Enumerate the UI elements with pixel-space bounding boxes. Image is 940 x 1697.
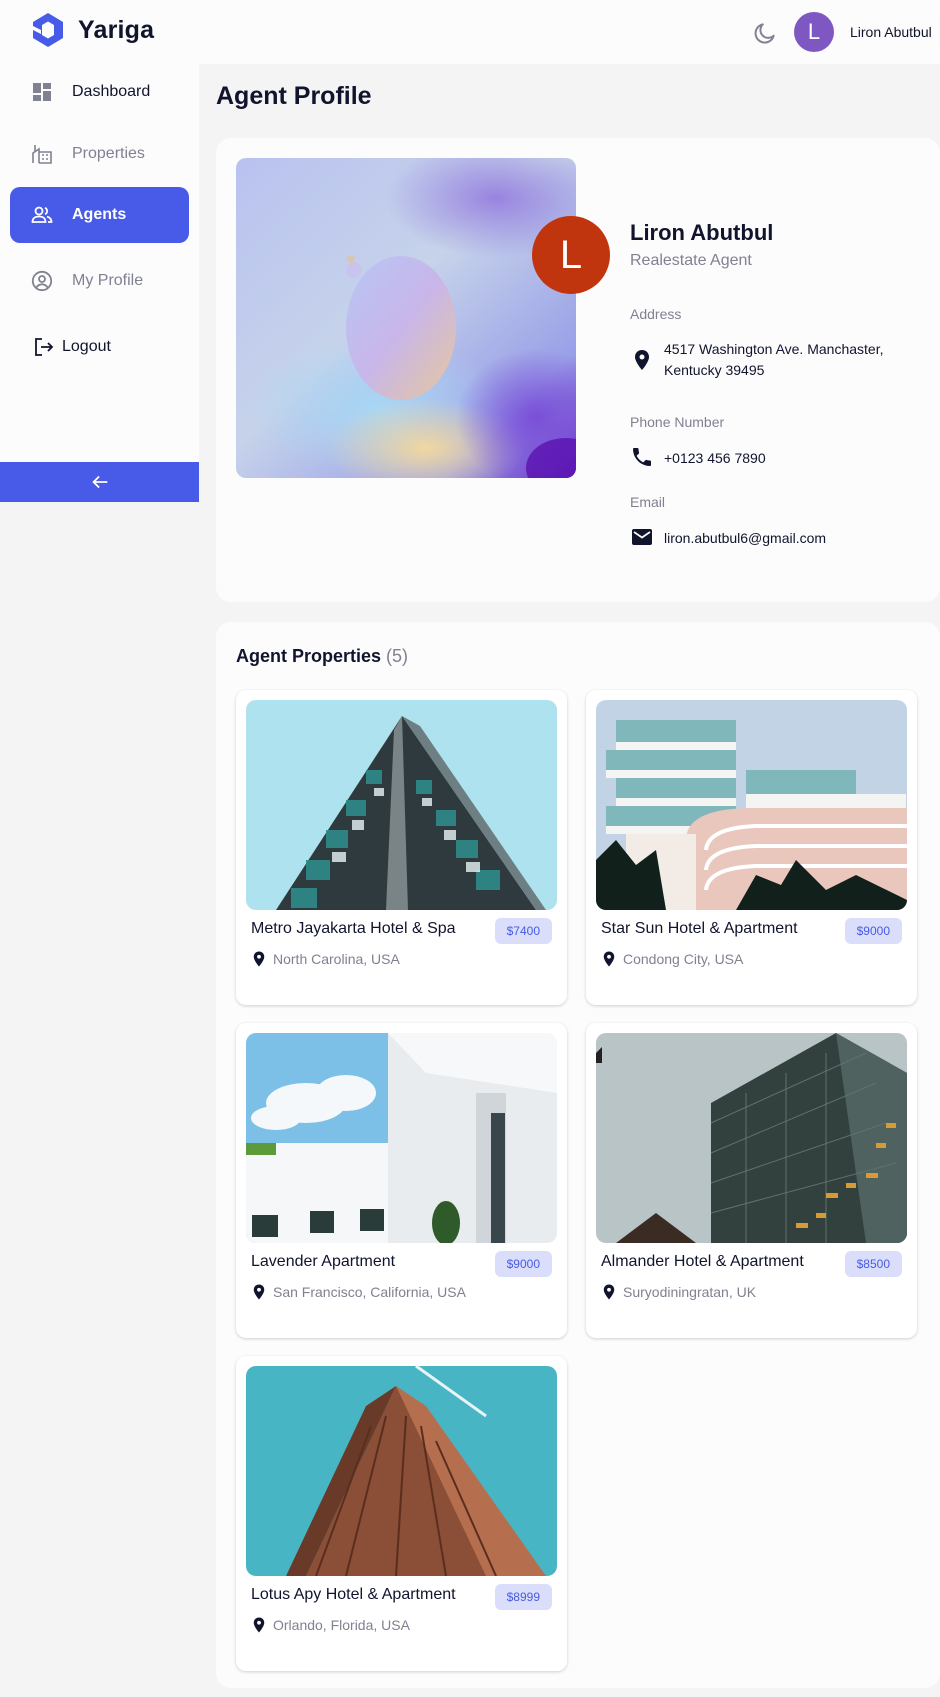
sidebar-collapse-button[interactable] [0, 462, 199, 502]
section-title: Agent Properties (5) [236, 646, 408, 667]
property-image [246, 1033, 557, 1243]
sidebar-item-agents[interactable]: Agents [10, 187, 189, 243]
profile-cover-image [236, 158, 576, 478]
user-name[interactable]: Liron Abutbul [850, 24, 932, 40]
agent-address: 4517 Washington Ave. Manchaster, Kentuck… [664, 339, 883, 381]
property-card[interactable]: Metro Jayakarta Hotel & Spa $7400 North … [236, 690, 567, 1005]
address-line-1: 4517 Washington Ave. Manchaster, [664, 341, 884, 357]
section-title-text: Agent Properties [236, 646, 382, 666]
properties-count: (5) [386, 646, 409, 666]
property-location: Condong City, USA [623, 951, 744, 967]
sidebar-item-label: My Profile [72, 272, 144, 289]
property-card[interactable]: Lavender Apartment $9000 San Francisco, … [236, 1023, 567, 1338]
profile-icon [31, 270, 53, 292]
logout-icon [35, 338, 54, 356]
property-price-badge: $7400 [494, 918, 552, 944]
property-image [596, 700, 907, 910]
dashboard-icon [33, 83, 51, 101]
location-pin-icon [253, 1617, 265, 1633]
sidebar: Dashboard Properties Agents My Profile L… [0, 64, 199, 464]
moon-icon[interactable] [752, 20, 778, 46]
agents-icon [31, 206, 53, 223]
agent-role: Realestate Agent [630, 252, 752, 269]
properties-icon [32, 145, 52, 164]
property-card[interactable]: Almander Hotel & Apartment $8500 Suryodi… [586, 1023, 917, 1338]
property-location: Suryodiningratan, UK [623, 1284, 757, 1300]
agent-profile-card: L Liron Abutbul Realestate Agent Address… [216, 138, 940, 602]
property-price-badge: $8999 [494, 1584, 552, 1610]
brand-logo[interactable]: Yariga [28, 10, 154, 50]
yariga-logo-icon [33, 13, 63, 47]
phone-label: Phone Number [630, 414, 725, 430]
top-header: Yariga L Liron Abutbul [0, 0, 940, 64]
agent-properties-section: Agent Properties (5) Metro Jayakarta Hot… [216, 622, 940, 1688]
property-price-badge: $9000 [844, 918, 902, 944]
property-image [246, 700, 557, 910]
property-price-badge: $8500 [844, 1251, 902, 1277]
agent-avatar: L [532, 216, 610, 294]
property-image [596, 1033, 907, 1243]
location-pin-icon [253, 951, 265, 967]
location-pin-icon [635, 350, 649, 370]
user-avatar[interactable]: L [794, 12, 834, 52]
property-name: Lotus Apy Hotel & Apartment [251, 1586, 456, 1603]
sidebar-item-logout[interactable]: Logout [10, 319, 189, 375]
location-pin-icon [603, 1284, 615, 1300]
agent-email: liron.abutbul6@gmail.com [664, 530, 827, 546]
property-name: Metro Jayakarta Hotel & Spa [251, 920, 456, 937]
property-location: North Carolina, USA [273, 951, 400, 967]
email-label: Email [630, 494, 666, 510]
property-name: Lavender Apartment [251, 1253, 396, 1270]
property-price-badge: $9000 [494, 1251, 552, 1277]
property-card[interactable]: Star Sun Hotel & Apartment $9000 Condong… [586, 690, 917, 1005]
property-image [246, 1366, 557, 1576]
location-pin-icon [253, 1284, 265, 1300]
address-line-2: Kentucky 39495 [664, 362, 765, 378]
sidebar-item-label: Agents [72, 206, 127, 223]
location-pin-icon [603, 951, 615, 967]
sidebar-item-properties[interactable]: Properties [10, 126, 189, 182]
sidebar-item-dashboard[interactable]: Dashboard [10, 64, 189, 120]
property-location: San Francisco, California, USA [273, 1284, 466, 1300]
property-card[interactable]: Lotus Apy Hotel & Apartment $8999 Orland… [236, 1356, 567, 1671]
address-label: Address [630, 306, 682, 322]
sidebar-item-my-profile[interactable]: My Profile [10, 253, 189, 309]
phone-icon [633, 448, 651, 466]
page-title: Agent Profile [216, 82, 372, 110]
sidebar-item-label: Dashboard [72, 83, 151, 100]
brand-name: Yariga [78, 15, 155, 44]
property-location: Orlando, Florida, USA [273, 1617, 410, 1633]
agent-name: Liron Abutbul [630, 220, 774, 245]
property-name: Almander Hotel & Apartment [601, 1253, 804, 1270]
sidebar-item-label: Logout [62, 338, 111, 355]
property-name: Star Sun Hotel & Apartment [601, 920, 798, 937]
mail-icon [632, 529, 652, 545]
sidebar-item-label: Properties [72, 145, 145, 162]
arrow-left-icon [91, 475, 107, 489]
agent-phone: +0123 456 7890 [664, 450, 766, 466]
